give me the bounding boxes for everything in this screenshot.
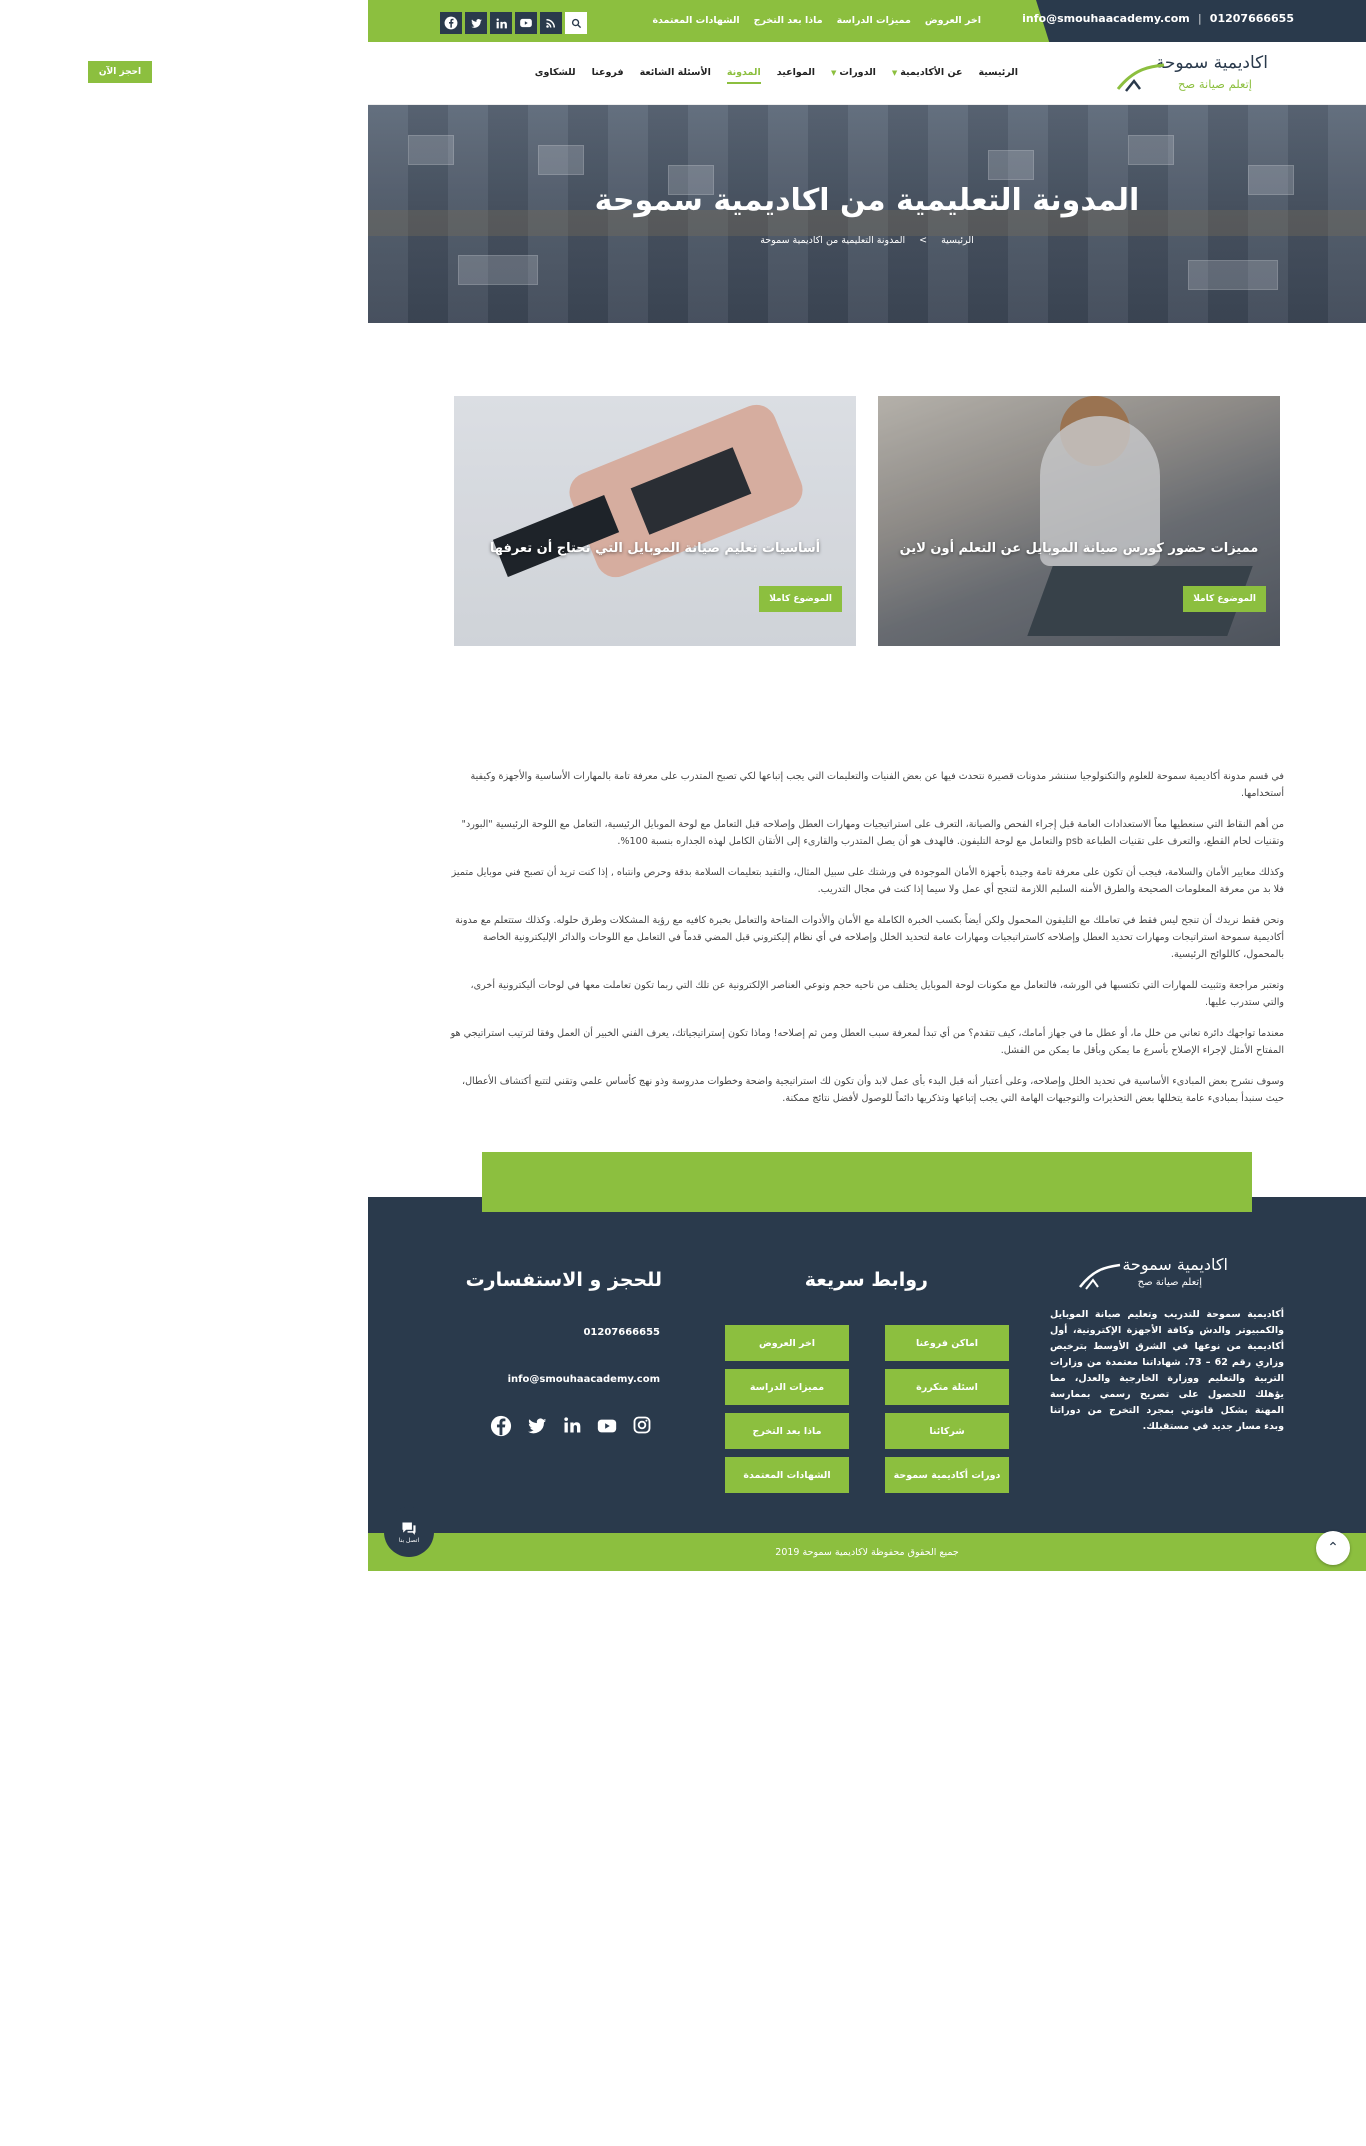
nav-courses[interactable]: الدورات▼ (831, 67, 876, 84)
card-title[interactable]: أساسيات تعليم صيانة الموبايل التي تحتاج … (454, 541, 856, 556)
copyright-bar: جميع الحقوق محفوظة لاكاديمية سموحة 2019 … (368, 1507, 1366, 1571)
breadcrumb-separator: > (919, 235, 928, 246)
instagram-icon[interactable] (632, 1415, 652, 1441)
cta-band (482, 1152, 1252, 1212)
article-paragraph: معندما تواجهك دائرة تعاني من خلل ما، أو … (450, 1028, 1284, 1056)
nav-about[interactable]: عن الأكاديمية▼ (892, 67, 963, 84)
page-hero: المدونة التعليمية من اكاديمية سموحة الرئ… (368, 105, 1366, 323)
blog-card[interactable]: أساسيات تعليم صيانة الموبايل التي تحتاج … (454, 396, 856, 646)
hero-device (1128, 135, 1174, 165)
footer-logo-tagline: إتعلم صيانة صح (1137, 1277, 1202, 1288)
blog-intro: في قسم مدونة أكاديمية سموحة للعلوم والتك… (368, 723, 1366, 1107)
footer-links-heading: روابط سريعة (804, 1269, 928, 1291)
hero-device (408, 135, 454, 165)
footer-about-text: أكاديمية سموحة للتدريب وتعليم صيانة المو… (1050, 1309, 1284, 1432)
chevron-up-icon: ⌃ (1327, 1540, 1339, 1556)
footer-quick-links: اماكن فروعنا اخر العروض اسئلة متكررة ممي… (725, 1325, 1009, 1493)
main-nav: الرئيسية عن الأكاديمية▼ الدورات▼ المواعي… (535, 67, 1018, 84)
twitter-icon[interactable] (526, 1415, 548, 1441)
scroll-to-top-button[interactable]: ⌃ (1316, 1531, 1350, 1565)
topbar-links: اخر العروض مميزات الدراسة ماذا بعد التخر… (652, 15, 981, 26)
topbar: info@smouhaacademy.com | 01207666655 اخر… (368, 0, 1366, 42)
nav-courses-label: الدورات (839, 67, 876, 78)
logo-swoosh-icon (1079, 1263, 1121, 1290)
topbar-contact: info@smouhaacademy.com | 01207666655 (1022, 12, 1294, 25)
hero-device (538, 145, 584, 175)
twitter-icon[interactable] (465, 12, 487, 34)
article-paragraph: وتعتبر مراجعة وتثبيت للمهارات التي تكتسب… (470, 980, 1284, 1008)
hero-device (988, 150, 1034, 180)
youtube-icon[interactable] (515, 12, 537, 34)
hero-device (458, 255, 538, 285)
topbar-divider: | (1197, 12, 1202, 25)
rss-icon[interactable] (540, 12, 562, 34)
topbar-link-after-graduation[interactable]: ماذا بعد التخرج (754, 15, 823, 26)
article-paragraph: وسوف نشرح بعض المبادىء الأساسية في تحديد… (461, 1076, 1284, 1104)
youtube-icon[interactable] (596, 1415, 618, 1441)
footer-phone-link[interactable]: 01207666655 (583, 1327, 660, 1338)
nav-about-label: عن الأكاديمية (900, 67, 963, 78)
footer-logo: اكاديمية سموحة إتعلم صيانة صح (1078, 1255, 1238, 1295)
nav-complaints[interactable]: للشكاوى (535, 67, 576, 84)
linkedin-icon[interactable] (490, 12, 512, 34)
footer-social (490, 1415, 652, 1441)
facebook-icon[interactable] (440, 12, 462, 34)
nav-faq[interactable]: الأسئلة الشائعة (640, 67, 711, 84)
card-title[interactable]: مميزات حضور كورس صيانة الموبايل عن التعل… (878, 541, 1280, 556)
topbar-email-link[interactable]: info@smouhaacademy.com (1022, 12, 1190, 25)
breadcrumb: الرئيسية > المدونة التعليمية من اكاديمية… (368, 235, 1366, 246)
topbar-link-offers[interactable]: اخر العروض (925, 15, 981, 26)
nav-blog[interactable]: المدونة (726, 67, 761, 84)
topbar-link-features[interactable]: مميزات الدراسة (837, 15, 911, 26)
article-paragraph: وكذلك معايير الأمان والسلامة، فيجب أن تك… (451, 867, 1284, 895)
chevron-down-icon: ▼ (831, 69, 837, 77)
topbar-link-certificates[interactable]: الشهادات المعتمدة (652, 15, 739, 26)
blog-cards: مميزات حضور كورس صيانة الموبايل عن التعل… (368, 323, 1366, 723)
nav-schedules[interactable]: المواعيد (777, 67, 815, 84)
blog-card[interactable]: مميزات حضور كورس صيانة الموبايل عن التعل… (878, 396, 1280, 646)
chevron-down-icon: ▼ (891, 69, 898, 77)
footer-link-branches[interactable]: اماكن فروعنا (885, 1325, 1009, 1361)
main-header: اكاديمية سموحة إتعلم صيانة صح الرئيسية ع… (368, 42, 1366, 105)
footer-link-courses[interactable]: دورات أكاديمية سموحة (885, 1457, 1009, 1493)
footer-link-after-graduation[interactable]: ماذا بعد التخرج (725, 1413, 849, 1449)
breadcrumb-home[interactable]: الرئيسية (941, 235, 974, 246)
site-logo[interactable]: اكاديمية سموحة إتعلم صيانة صح (1114, 51, 1274, 97)
search-icon[interactable] (565, 12, 587, 34)
facebook-icon[interactable] (490, 1415, 512, 1441)
logo-tagline: إتعلم صيانة صح (1177, 77, 1252, 91)
topbar-social (440, 12, 587, 34)
nav-home[interactable]: الرئيسية (979, 67, 1018, 84)
linkedin-icon[interactable] (562, 1415, 582, 1441)
breadcrumb-current: المدونة التعليمية من اكاديمية سموحة (760, 235, 906, 246)
footer-logo-title: اكاديمية سموحة (1122, 1255, 1228, 1274)
page-title: المدونة التعليمية من اكاديمية سموحة (594, 183, 1140, 218)
logo-swoosh-icon (1116, 63, 1165, 92)
read-more-button[interactable]: الموضوع كاملا (1183, 586, 1266, 612)
chat-label: اتصل بنا (398, 1536, 420, 1544)
chat-button[interactable]: اتصل بنا (384, 1507, 434, 1557)
footer-email-link[interactable]: info@smouhaacademy.com (508, 1374, 660, 1385)
logo-title: اكاديمية سموحة (1155, 53, 1268, 73)
footer-link-offers[interactable]: اخر العروض (725, 1325, 849, 1361)
nav-branches[interactable]: فروعنا (592, 67, 624, 84)
footer: اكاديمية سموحة إتعلم صيانة صح أكاديمية س… (368, 1197, 1366, 1533)
book-now-button[interactable]: احجز الآن (88, 61, 152, 83)
footer-link-partners[interactable]: شركائنا (885, 1413, 1009, 1449)
article-paragraph: من أهم النقاط التي سنعطيها معاً الاستعدا… (461, 819, 1284, 847)
chat-icon (402, 1521, 416, 1535)
read-more-button[interactable]: الموضوع كاملا (759, 586, 842, 612)
copyright-text: جميع الحقوق محفوظة لاكاديمية سموحة 2019 (775, 1546, 959, 1558)
hero-device (1188, 260, 1278, 290)
topbar-phone-link[interactable]: 01207666655 (1210, 12, 1294, 25)
footer-link-faq[interactable]: اسئلة متكررة (885, 1369, 1009, 1405)
footer-link-features[interactable]: مميزات الدراسة (725, 1369, 849, 1405)
footer-link-certificates[interactable]: الشهادات المعتمدة (725, 1457, 849, 1493)
article-paragraph: ونحن فقط نريدك أن تنجح ليس فقط في تعاملك… (455, 915, 1284, 960)
article-paragraph: في قسم مدونة أكاديمية سموحة للعلوم والتك… (470, 771, 1285, 799)
footer-booking-heading: للحجز و الاستفسارت (465, 1269, 662, 1291)
